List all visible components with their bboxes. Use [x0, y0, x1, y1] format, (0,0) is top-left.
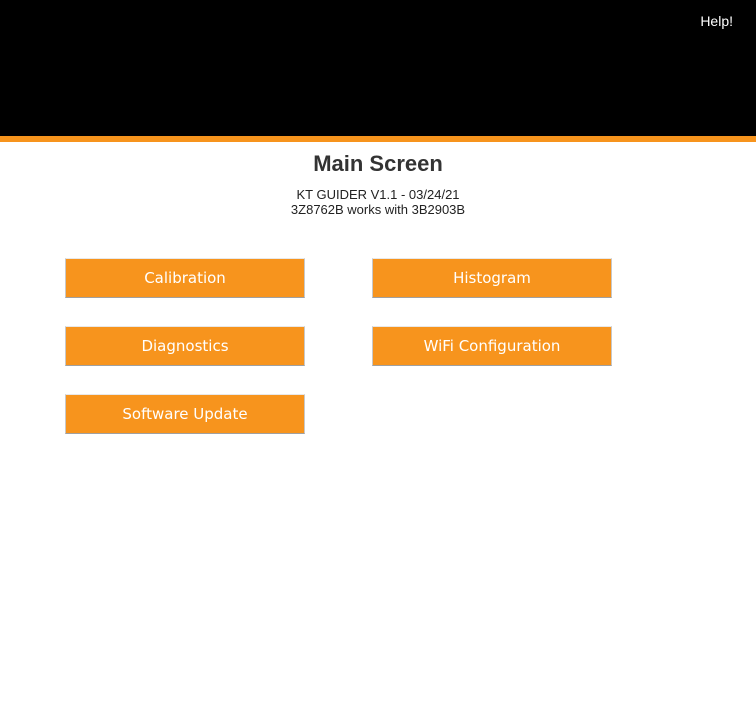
header-bar: Help! — [0, 0, 756, 142]
diagnostics-button[interactable]: Diagnostics — [65, 326, 305, 366]
wifi-configuration-button[interactable]: WiFi Configuration — [372, 326, 612, 366]
calibration-button[interactable]: Calibration — [65, 258, 305, 298]
page-title: Main Screen — [313, 151, 443, 176]
menu-button-grid: Calibration Histogram Diagnostics WiFi C… — [0, 217, 756, 517]
software-update-button[interactable]: Software Update — [65, 394, 305, 434]
help-link[interactable]: Help! — [700, 13, 733, 29]
compatibility-text: 3Z8762B works with 3B2903B — [290, 202, 466, 217]
histogram-button[interactable]: Histogram — [372, 258, 612, 298]
title-block: Main Screen KT GUIDER V1.1 - 03/24/21 3Z… — [0, 151, 756, 217]
version-text: KT GUIDER V1.1 - 03/24/21 — [296, 187, 460, 202]
